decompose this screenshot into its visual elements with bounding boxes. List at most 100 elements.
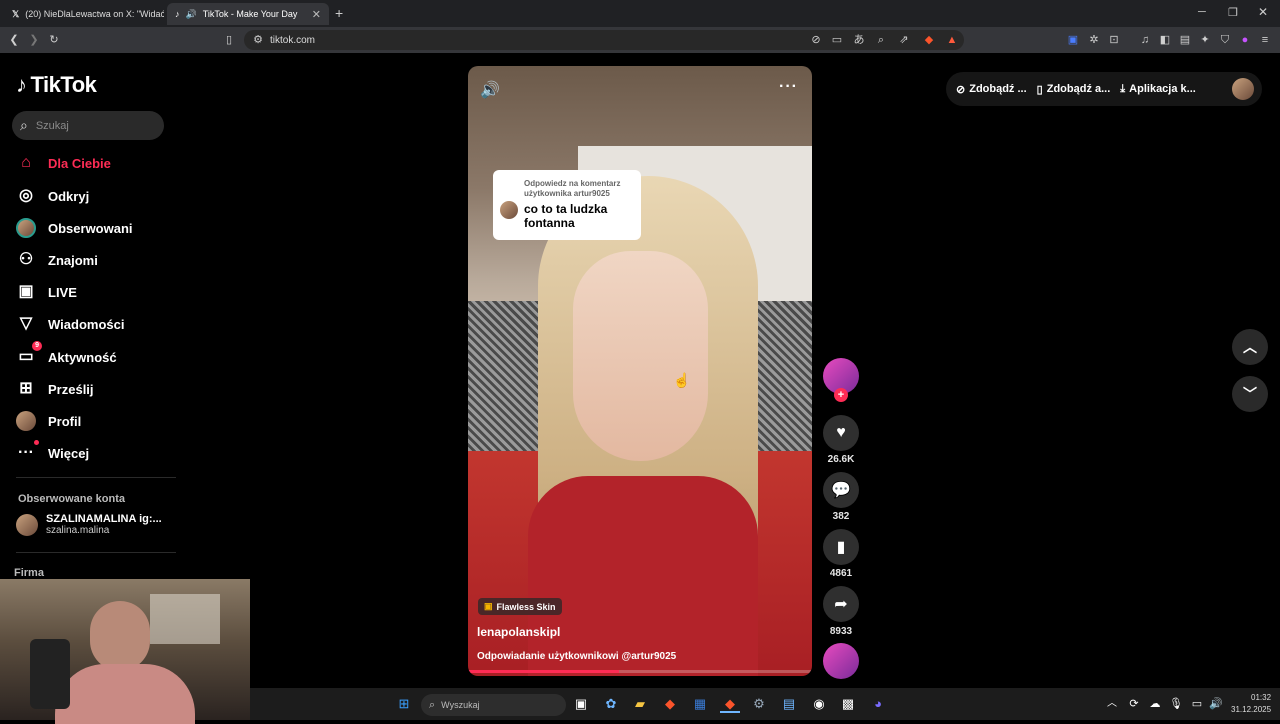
notepad-icon[interactable]: ▤ bbox=[779, 695, 799, 713]
site-settings-icon[interactable]: ⚙ bbox=[250, 32, 266, 48]
sidebar-item-znajomi[interactable]: ⚇ Znajomi bbox=[16, 248, 176, 272]
avatar bbox=[500, 201, 518, 219]
taskbar-search[interactable]: ⌕ Wyszukaj bbox=[421, 694, 566, 716]
close-tab-icon[interactable]: ✕ bbox=[312, 8, 321, 21]
sidebar-item-wiecej[interactable]: ··· Więcej bbox=[16, 440, 176, 465]
sidebar-item-dla-ciebie[interactable]: ⌂ Dla Ciebie bbox=[16, 151, 176, 175]
profile-icon[interactable]: ● bbox=[1237, 32, 1253, 48]
sidebar-item-live[interactable]: ▣ LIVE bbox=[16, 280, 176, 304]
file-explorer-icon[interactable]: ▰ bbox=[630, 695, 650, 713]
sidebar-icon[interactable]: ◧ bbox=[1157, 32, 1173, 48]
notification-dot bbox=[34, 440, 39, 445]
windows-start-icon[interactable]: ⊞ bbox=[394, 695, 414, 713]
menu-icon[interactable]: ≡ bbox=[1257, 32, 1273, 48]
share-button[interactable]: ➦ bbox=[823, 586, 859, 622]
brave-active-icon[interactable]: ◆ bbox=[720, 695, 740, 713]
restore-icon[interactable]: ❐ bbox=[1228, 6, 1238, 19]
video-progress-fill bbox=[468, 670, 620, 673]
get-coins-button[interactable]: ⊘ Zdobądź ... bbox=[956, 83, 1027, 96]
close-window-icon[interactable]: ✕ bbox=[1258, 5, 1268, 19]
forward-icon[interactable]: ❯ bbox=[26, 32, 42, 48]
new-tab-button[interactable]: + bbox=[335, 5, 343, 21]
brave-rewards-icon[interactable]: ▲ bbox=[944, 32, 960, 48]
tray-display-icon[interactable]: ▭ bbox=[1187, 695, 1207, 713]
browser-tab-x[interactable]: 𝕏 (20) NieDlaLewactwa on X: "Widać r... bbox=[4, 3, 164, 25]
reply-comment-card[interactable]: Odpowiedz na komentarz użytkownika artur… bbox=[493, 170, 641, 240]
search-icon: ⌕ bbox=[20, 117, 28, 133]
puzzle-icon[interactable]: ✲ bbox=[1086, 32, 1102, 48]
no-tracking-icon[interactable]: ⊘ bbox=[808, 32, 824, 48]
back-icon[interactable]: ❮ bbox=[6, 32, 22, 48]
video-player[interactable]: 🔊 ··· Odpowiedz na komentarz użytkownika… bbox=[468, 66, 812, 676]
previous-video-button[interactable]: ︿ bbox=[1232, 329, 1268, 365]
copilot-icon[interactable]: ✿ bbox=[601, 695, 621, 713]
app-icon[interactable]: ▩ bbox=[838, 695, 858, 713]
tiktok-logo[interactable]: ♪ TikTok bbox=[16, 72, 97, 98]
share-icon[interactable]: ⇗ bbox=[896, 32, 912, 48]
brave-icon[interactable]: ◆ bbox=[660, 695, 680, 713]
video-description[interactable]: Odpowiadanie użytkownikowi @artur9025 bbox=[477, 651, 676, 662]
comment-button[interactable]: 💬 bbox=[823, 472, 859, 508]
tv-icon: ▣ bbox=[18, 283, 34, 300]
desktop-app-button[interactable]: ⤓ Aplikacja k... bbox=[1120, 83, 1196, 96]
person-face bbox=[573, 251, 708, 461]
search-input[interactable]: ⌕ Szukaj bbox=[12, 111, 164, 140]
followed-account[interactable]: SZALINAMALINA ig:... szalina.malina bbox=[16, 513, 162, 536]
music-disc-avatar[interactable] bbox=[823, 643, 859, 679]
bookmark-button[interactable]: ▮ bbox=[823, 529, 859, 565]
cast-icon[interactable]: ▭ bbox=[829, 32, 845, 48]
effect-tag[interactable]: ▣ Flawless Skin bbox=[478, 598, 562, 615]
bookmark-icon[interactable]: ▯ bbox=[221, 32, 237, 48]
browser-tab-tiktok[interactable]: ♪ 🔊 TikTok - Make Your Day ✕ bbox=[167, 3, 329, 25]
next-video-button[interactable]: ﹀ bbox=[1232, 376, 1268, 412]
sidebar-item-profil[interactable]: Profil bbox=[16, 409, 176, 433]
tray-chevron-icon[interactable]: ︿ bbox=[1102, 695, 1122, 713]
translate-icon[interactable]: あ bbox=[851, 32, 867, 48]
taskbar-clock[interactable]: 01:32 31.12.2025 bbox=[1231, 692, 1271, 716]
company-section-title: Firma bbox=[14, 567, 44, 579]
tray-mic-icon[interactable]: 🎙 bbox=[1166, 695, 1186, 713]
brave-shield-icon[interactable]: ◆ bbox=[921, 32, 937, 48]
streamer-body bbox=[55, 664, 195, 724]
settings-icon[interactable]: ⚙ bbox=[749, 695, 769, 713]
video-progress-bar[interactable] bbox=[468, 670, 812, 673]
sidebar-item-obserwowani[interactable]: Obserwowani bbox=[16, 216, 176, 240]
minimize-icon[interactable]: ─ bbox=[1198, 6, 1206, 18]
video-author[interactable]: lenapolanskipl bbox=[477, 625, 560, 639]
taskbar-search-placeholder: Wyszukaj bbox=[441, 700, 480, 710]
share-arrow-icon: ➦ bbox=[834, 596, 848, 613]
tray-sync-icon[interactable]: ⟳ bbox=[1124, 695, 1144, 713]
task-view-icon[interactable]: ▣ bbox=[571, 695, 591, 713]
get-app-label: Zdobądź a... bbox=[1046, 83, 1111, 95]
avatar[interactable] bbox=[1232, 78, 1254, 100]
divider bbox=[16, 477, 176, 478]
vpn-icon[interactable]: ⛉ bbox=[1217, 32, 1233, 48]
follow-plus-icon[interactable]: + bbox=[834, 388, 848, 402]
streamer-head bbox=[90, 601, 150, 671]
friends-icon: ⚇ bbox=[18, 251, 34, 268]
tray-volume-icon[interactable]: 🔊 bbox=[1206, 695, 1226, 713]
volume-icon[interactable]: 🔊 bbox=[480, 80, 500, 100]
extension-icon[interactable]: ▣ bbox=[1065, 32, 1081, 48]
tiktok-icon: ♪ bbox=[175, 9, 180, 19]
obs-icon[interactable]: ◉ bbox=[809, 695, 829, 713]
store-icon[interactable]: ▦ bbox=[690, 695, 710, 713]
tab-search-icon[interactable]: ⊡ bbox=[1106, 32, 1122, 48]
like-button[interactable]: ♥ bbox=[823, 415, 859, 451]
sidebar-item-odkryj[interactable]: ◎ Odkryj bbox=[16, 184, 176, 208]
more-options-icon[interactable]: ··· bbox=[779, 78, 798, 96]
tray-cloud-icon[interactable]: ☁ bbox=[1145, 695, 1165, 713]
speaker-icon: 🔊 bbox=[185, 8, 197, 19]
media-icon[interactable]: ♫ bbox=[1137, 32, 1153, 48]
tab-title: TikTok - Make Your Day bbox=[202, 9, 298, 19]
wallet-icon[interactable]: ▤ bbox=[1177, 32, 1193, 48]
discord-icon[interactable]: ◕ bbox=[868, 695, 888, 713]
clock-time: 01:32 bbox=[1251, 693, 1272, 702]
sidebar-item-wiadomosci[interactable]: ▽ Wiadomości bbox=[16, 312, 176, 336]
zoom-icon[interactable]: ⌕ bbox=[873, 32, 889, 48]
sidebar-item-aktywnosc[interactable]: ▭ 9 Aktywność bbox=[16, 341, 176, 369]
sidebar-item-przeslij[interactable]: ⊞ Prześlij bbox=[16, 377, 176, 401]
get-app-button[interactable]: ▯ Zdobądź a... bbox=[1037, 83, 1111, 96]
reload-icon[interactable]: ↻ bbox=[46, 32, 62, 48]
leo-icon[interactable]: ✦ bbox=[1197, 32, 1213, 48]
